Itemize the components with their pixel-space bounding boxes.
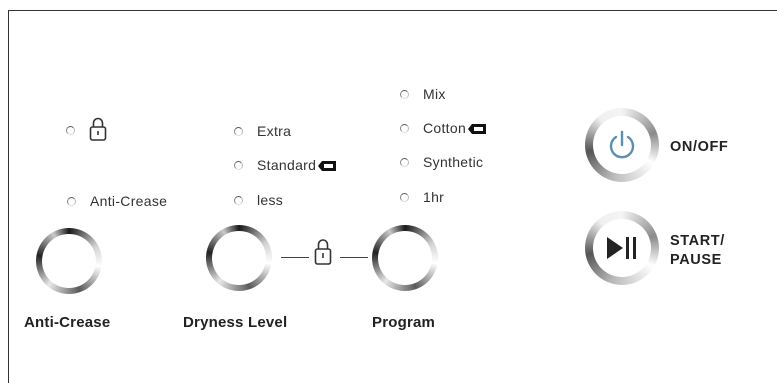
power-icon [609,130,635,159]
program-synthetic-led [400,158,409,167]
program-1hr-led [400,193,409,202]
dryness-standard-led [234,161,243,170]
program-cotton-led [400,124,409,133]
child-lock-icon [314,239,332,265]
dryness-less-led [234,196,243,205]
anti-crease-title: Anti-Crease [24,314,111,331]
start-pause-label-line2: PAUSE [670,252,722,268]
connector-line-right [340,257,368,258]
program-option-cotton-row: Cotton [423,120,487,136]
play-pause-icon [607,237,636,259]
dryness-extra-led [234,127,243,136]
program-option-cotton: Cotton [423,120,467,136]
start-pause-button-face [593,219,651,277]
start-pause-label-line1: START/ [670,233,725,249]
power-label: ON/OFF [670,139,729,155]
start-pause-label: START/ PAUSE [670,232,725,270]
dryness-level-title: Dryness Level [183,314,288,331]
anti-crease-button[interactable] [36,228,102,294]
program-title: Program [372,314,436,331]
dryness-option-less: less [257,192,284,208]
anti-crease-option-label: Anti-Crease [90,193,168,209]
connector-line-left [281,257,309,258]
child-lock-led [66,126,75,135]
power-button[interactable] [585,108,659,182]
power-button-face [593,116,651,174]
start-pause-button[interactable] [585,211,659,285]
flag-marker-icon [468,124,487,135]
flag-marker-icon [318,161,337,172]
program-option-mix: Mix [423,86,446,102]
program-option-synthetic: Synthetic [423,154,484,170]
dryness-option-standard: Standard [257,157,317,173]
anti-crease-led [67,197,76,206]
dryness-option-extra: Extra [257,123,292,139]
program-button[interactable] [372,225,438,291]
program-option-1hr: 1hr [423,189,445,205]
lock-icon [89,117,107,141]
dryness-option-standard-row: Standard [257,157,337,173]
program-mix-led [400,90,409,99]
dryness-level-button[interactable] [206,225,272,291]
